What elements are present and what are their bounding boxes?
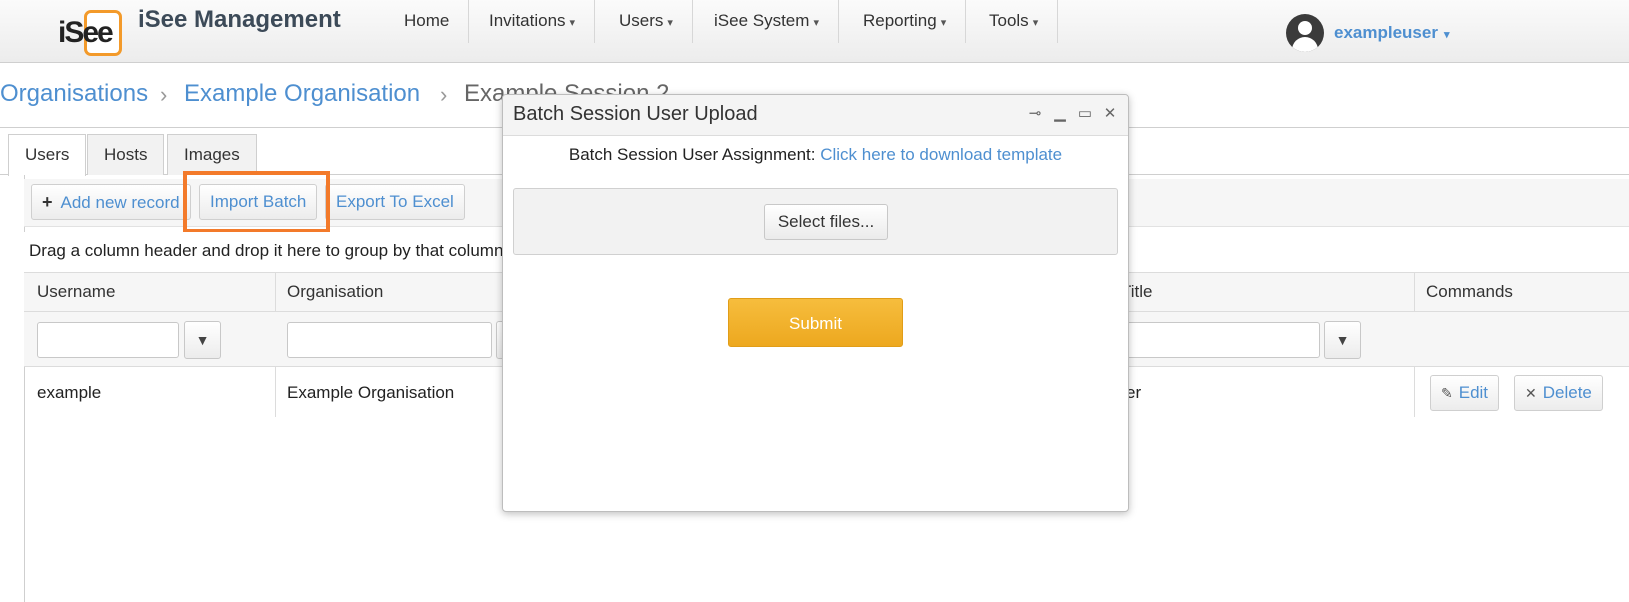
cell-organisation: Example Organisation — [287, 383, 455, 402]
add-new-record-label: Add new record — [60, 193, 180, 212]
nav-users-label: Users — [619, 11, 664, 30]
isee-logo[interactable]: iSee — [58, 8, 126, 56]
export-to-excel-button[interactable]: Export To Excel — [325, 184, 465, 220]
breadcrumb-organisations[interactable]: Organisations — [0, 80, 148, 108]
username[interactable]: exampleuser ▾ — [1334, 23, 1449, 43]
dialog-title: Batch Session User Upload — [513, 103, 758, 125]
assignment-label: Batch Session User Assignment: — [568, 145, 821, 164]
tab-images[interactable]: Images — [167, 134, 257, 175]
submit-button[interactable]: Submit — [728, 298, 903, 347]
edit-label: Edit — [1458, 383, 1489, 402]
column-header-username[interactable]: Username — [26, 272, 115, 312]
close-icon: ✕ — [1525, 385, 1537, 401]
username-filter-input[interactable] — [37, 322, 179, 358]
brand-title[interactable]: iSee Management — [138, 6, 341, 34]
chevron-down-icon: ▾ — [813, 17, 819, 29]
nav-home[interactable]: Home — [385, 0, 470, 43]
assignment-line: Batch Session User Assignment: Click her… — [503, 145, 1128, 165]
delete-button[interactable]: ✕ Delete — [1514, 375, 1603, 411]
chevron-down-icon: ▾ — [667, 17, 673, 29]
top-navbar: iSee iSee Management Home Invitations ▾ U… — [0, 0, 1629, 63]
chevron-down-icon: ▾ — [940, 17, 947, 29]
download-template-link[interactable]: Click here to download template — [820, 145, 1062, 164]
nav-reporting-label: Reporting — [863, 11, 937, 30]
chevron-down-icon: ▾ — [1032, 17, 1039, 29]
breadcrumb-separator: › — [160, 82, 168, 107]
nav-reporting[interactable]: Reporting ▾ — [844, 0, 967, 43]
username-label: exampleuser — [1334, 23, 1438, 42]
column-header-commands: Commands — [1426, 282, 1513, 301]
minimize-icon[interactable]: ▁ — [1051, 104, 1069, 124]
avatar-head-shape — [1298, 21, 1312, 35]
filter-icon[interactable]: ▼ — [1324, 321, 1361, 359]
nav-users[interactable]: Users ▾ — [600, 0, 693, 43]
maximize-icon[interactable]: ▭ — [1076, 104, 1094, 124]
tab-hosts[interactable]: Hosts — [87, 134, 165, 175]
edit-button[interactable]: ✎ Edit — [1430, 375, 1500, 411]
chevron-down-icon: ▾ — [569, 17, 576, 29]
cell-username: example — [37, 383, 102, 402]
nav-invitations-label: Invitations — [489, 11, 566, 30]
organisation-filter-input[interactable] — [287, 322, 492, 358]
nav-isee-system[interactable]: iSee System ▾ — [695, 0, 839, 43]
pin-icon[interactable]: ⊸ — [1026, 104, 1044, 124]
file-upload-dropzone[interactable]: Select files... — [513, 188, 1118, 255]
delete-label: Delete — [1542, 383, 1592, 402]
select-files-button[interactable]: Select files... — [764, 204, 888, 240]
chevron-down-icon: ▾ — [1443, 29, 1450, 41]
nav-invitations[interactable]: Invitations ▾ — [470, 0, 596, 43]
add-new-record-button[interactable]: + Add new record — [31, 184, 191, 220]
filter-icon[interactable]: ▼ — [184, 321, 221, 359]
nav-isee-system-label: iSee System — [714, 11, 810, 30]
breadcrumb-separator: › — [440, 82, 448, 107]
batch-upload-dialog: Batch Session User Upload ⊸ ▁ ▭ ✕ Batch … — [502, 94, 1129, 512]
column-header-organisation[interactable]: Organisation — [276, 272, 383, 312]
tab-users[interactable]: Users — [8, 134, 87, 176]
breadcrumb-example-organisation[interactable]: Example Organisation — [184, 80, 420, 108]
nav-tools[interactable]: Tools ▾ — [970, 0, 1059, 43]
pencil-icon: ✎ — [1441, 385, 1453, 401]
nav-home-label: Home — [404, 11, 450, 30]
plus-icon: + — [42, 192, 53, 212]
avatar-icon — [1286, 14, 1324, 52]
nav-tools-label: Tools — [989, 11, 1029, 30]
title-filter-input[interactable] — [1115, 322, 1320, 358]
import-batch-highlight — [183, 171, 330, 233]
avatar-body-shape — [1292, 37, 1318, 52]
logo-text: iSee — [58, 16, 114, 49]
close-icon[interactable]: ✕ — [1101, 104, 1119, 124]
dialog-titlebar[interactable]: Batch Session User Upload ⊸ ▁ ▭ ✕ — [503, 95, 1128, 136]
